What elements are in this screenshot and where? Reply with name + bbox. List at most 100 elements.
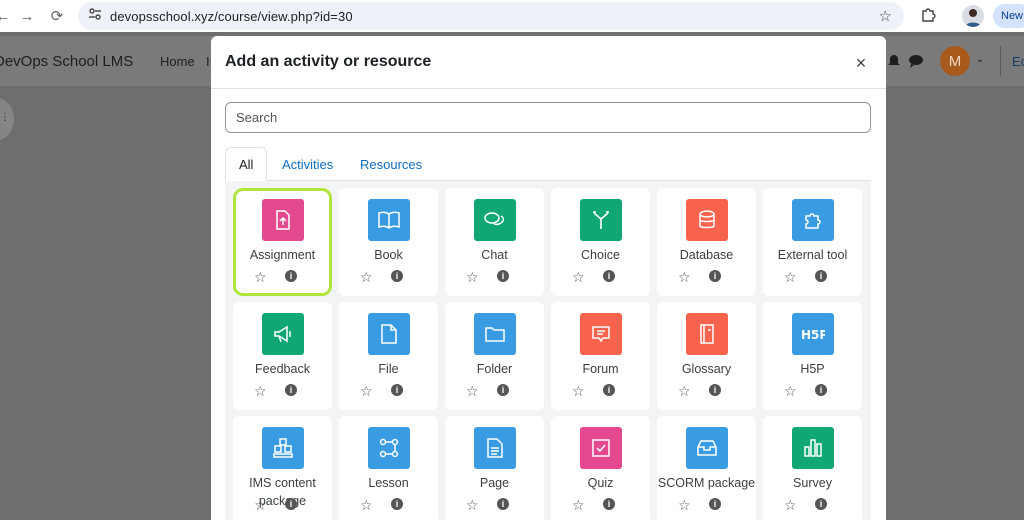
ims-package-icon: [262, 427, 304, 469]
star-icon[interactable]: ☆: [466, 383, 479, 400]
module-card-quiz[interactable]: Quiz ☆ i: [551, 416, 650, 520]
star-icon[interactable]: ☆: [466, 269, 479, 286]
star-icon[interactable]: ☆: [254, 269, 267, 286]
module-card-external-tool[interactable]: External tool ☆ i: [763, 188, 862, 296]
info-icon[interactable]: i: [497, 384, 509, 396]
star-icon[interactable]: ☆: [360, 383, 373, 400]
bookmark-star-icon[interactable]: ☆: [879, 7, 892, 25]
info-icon[interactable]: i: [285, 384, 297, 396]
module-card-glossary[interactable]: Glossary ☆ i: [657, 302, 756, 410]
info-icon[interactable]: i: [603, 384, 615, 396]
info-icon[interactable]: i: [285, 498, 297, 510]
module-grid: Assignment ☆ i Book ☆ i Chat ☆ i Choice ☆ i Database…: [225, 181, 871, 520]
star-icon[interactable]: ☆: [784, 383, 797, 400]
chevron-down-icon[interactable]: ⌄: [976, 54, 984, 65]
chooser-tabs: All Activities Resources: [225, 147, 871, 181]
module-card-database[interactable]: Database ☆ i: [657, 188, 756, 296]
forward-button[interactable]: →: [14, 3, 40, 29]
info-icon[interactable]: i: [391, 498, 403, 510]
star-icon[interactable]: ☆: [678, 269, 691, 286]
search-input[interactable]: [225, 102, 871, 133]
info-icon[interactable]: i: [603, 270, 615, 282]
info-icon[interactable]: i: [815, 384, 827, 396]
activity-chooser-modal: Add an activity or resource × All Activi…: [211, 36, 886, 520]
info-icon[interactable]: i: [391, 270, 403, 282]
back-arrow-icon: ←: [0, 7, 11, 25]
module-label: Choice: [581, 248, 620, 262]
glossary-icon: [686, 313, 728, 355]
tab-resources[interactable]: Resources: [347, 147, 435, 181]
database-icon: [686, 199, 728, 241]
star-icon[interactable]: ☆: [784, 497, 797, 514]
address-bar[interactable]: devopsschool.xyz/course/view.php?id=30 ☆: [78, 2, 904, 30]
module-card-folder[interactable]: Folder ☆ i: [445, 302, 544, 410]
module-label: H5P: [800, 362, 825, 376]
module-card-h5p[interactable]: H5P H5P ☆ i: [763, 302, 862, 410]
star-icon[interactable]: ☆: [678, 497, 691, 514]
user-avatar[interactable]: M: [940, 46, 970, 76]
star-icon[interactable]: ☆: [784, 269, 797, 286]
info-icon[interactable]: i: [709, 270, 721, 282]
page-icon: [474, 427, 516, 469]
star-icon[interactable]: ☆: [678, 383, 691, 400]
browser-toolbar: ← → ⟳ devopsschool.xyz/course/view.php?i…: [0, 0, 1024, 32]
info-icon[interactable]: i: [603, 498, 615, 510]
star-icon[interactable]: ☆: [466, 497, 479, 514]
star-icon[interactable]: ☆: [572, 269, 585, 286]
module-card-choice[interactable]: Choice ☆ i: [551, 188, 650, 296]
module-card-forum[interactable]: Forum ☆ i: [551, 302, 650, 410]
info-icon[interactable]: i: [815, 270, 827, 282]
close-button[interactable]: ×: [851, 52, 871, 74]
notifications-bell-icon[interactable]: [888, 54, 900, 73]
star-icon[interactable]: ☆: [360, 269, 373, 286]
forum-icon: [580, 313, 622, 355]
module-card-file[interactable]: File ☆ i: [339, 302, 438, 410]
info-icon[interactable]: i: [285, 270, 297, 282]
forward-arrow-icon: →: [19, 7, 35, 25]
module-label: Page: [479, 476, 510, 490]
star-icon[interactable]: ☆: [360, 497, 373, 514]
info-icon[interactable]: i: [497, 270, 509, 282]
module-card-ims-content-package[interactable]: IMS content package ☆ i: [233, 416, 332, 520]
info-icon[interactable]: i: [815, 498, 827, 510]
reload-button[interactable]: ⟳: [44, 3, 70, 29]
url-text: devopsschool.xyz/course/view.php?id=30: [110, 8, 353, 24]
star-icon[interactable]: ☆: [254, 497, 267, 514]
star-icon[interactable]: ☆: [572, 383, 585, 400]
info-icon[interactable]: i: [709, 384, 721, 396]
module-label: Survey: [793, 476, 832, 490]
module-card-feedback[interactable]: Feedback ☆ i: [233, 302, 332, 410]
tab-all[interactable]: All: [225, 147, 268, 181]
module-label: Quiz: [587, 476, 614, 490]
module-card-scorm-package[interactable]: SCORM package ☆ i: [657, 416, 756, 520]
module-label: Forum: [582, 362, 619, 376]
edit-mode-label[interactable]: Ec: [1012, 54, 1024, 69]
nav-truncated-link[interactable]: I: [206, 54, 210, 69]
external-tool-icon: [792, 199, 834, 241]
h5p-icon: H5P: [792, 313, 834, 355]
module-card-survey[interactable]: Survey ☆ i: [763, 416, 862, 520]
info-icon[interactable]: i: [709, 498, 721, 510]
nav-home-link[interactable]: Home: [160, 54, 195, 69]
star-icon[interactable]: ☆: [254, 383, 267, 400]
module-label: File: [378, 362, 399, 376]
module-label: Glossary: [681, 362, 732, 376]
site-settings-icon[interactable]: [88, 7, 102, 26]
module-card-chat[interactable]: Chat ☆ i: [445, 188, 544, 296]
messages-icon[interactable]: [908, 54, 924, 73]
star-icon[interactable]: ☆: [572, 497, 585, 514]
module-card-page[interactable]: Page ☆ i: [445, 416, 544, 520]
profile-avatar-icon[interactable]: [962, 5, 984, 27]
lesson-icon: [368, 427, 410, 469]
extensions-icon[interactable]: [920, 7, 936, 28]
book-icon: [368, 199, 410, 241]
module-card-lesson[interactable]: Lesson ☆ i: [339, 416, 438, 520]
new-chrome-button[interactable]: New: [993, 4, 1024, 28]
tab-activities[interactable]: Activities: [269, 147, 346, 181]
reload-icon: ⟳: [50, 8, 64, 25]
module-card-book[interactable]: Book ☆ i: [339, 188, 438, 296]
info-icon[interactable]: i: [497, 498, 509, 510]
module-card-assignment[interactable]: Assignment ☆ i: [233, 188, 332, 296]
info-icon[interactable]: i: [391, 384, 403, 396]
site-name[interactable]: DevOps School LMS: [0, 53, 133, 70]
